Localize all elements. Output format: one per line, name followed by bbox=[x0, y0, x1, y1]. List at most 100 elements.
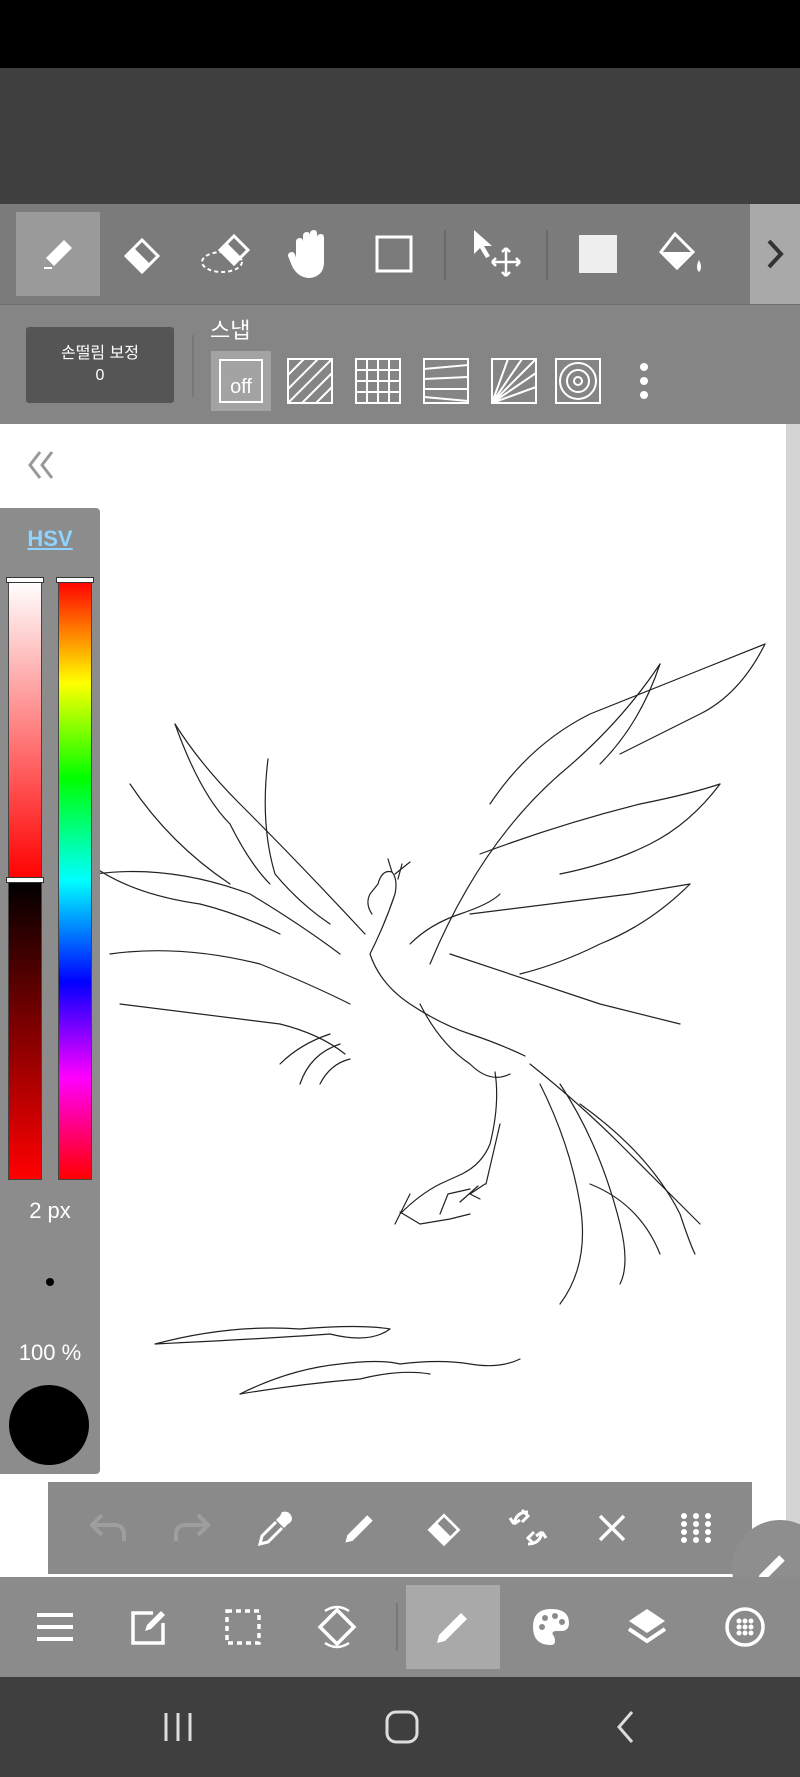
color-mode-link[interactable]: HSV bbox=[0, 526, 100, 552]
snap-label: 스냅 bbox=[210, 318, 251, 343]
top-spacer bbox=[0, 68, 800, 204]
double-chevron-left-icon bbox=[28, 451, 54, 479]
perspective-snap-icon bbox=[423, 358, 469, 404]
recent-apps-icon bbox=[164, 1713, 192, 1741]
value-handle[interactable] bbox=[6, 877, 44, 883]
redo-icon bbox=[174, 1513, 211, 1541]
toolbar-expand-button[interactable] bbox=[750, 204, 800, 304]
quick-pen-button[interactable] bbox=[324, 1492, 396, 1564]
saturation-gradient bbox=[9, 581, 41, 880]
saturation-handle[interactable] bbox=[6, 577, 44, 583]
brush-size-preview bbox=[46, 1278, 54, 1286]
home-button[interactable] bbox=[362, 1701, 442, 1753]
quick-menu-button[interactable] bbox=[660, 1492, 732, 1564]
recent-apps-button[interactable] bbox=[138, 1701, 218, 1753]
move-icon bbox=[474, 230, 521, 277]
rectangle-tool-button[interactable] bbox=[352, 212, 436, 296]
collapse-panel-button[interactable] bbox=[26, 448, 56, 482]
back-icon bbox=[617, 1711, 634, 1743]
brightness-slider[interactable] bbox=[6, 577, 44, 1180]
parallel-snap-icon bbox=[287, 358, 333, 404]
snap-off-label: off bbox=[219, 359, 263, 403]
redo-button[interactable] bbox=[156, 1492, 228, 1564]
brush-button[interactable] bbox=[406, 1585, 500, 1669]
snap-more-button[interactable] bbox=[614, 351, 674, 411]
pen-tool-button[interactable] bbox=[16, 212, 100, 296]
eraser-tool-button[interactable] bbox=[100, 212, 184, 296]
color-panel: HSV 2 px 100 % bbox=[0, 508, 100, 1474]
tool-options-bar: 손떨림 보정 0 스냅 off bbox=[0, 304, 800, 425]
grid-snap-icon bbox=[355, 358, 401, 404]
bucket-tool-button[interactable] bbox=[640, 212, 724, 296]
toolbar-divider bbox=[546, 230, 548, 280]
rotate-view-icon bbox=[317, 1605, 357, 1649]
hue-slider[interactable] bbox=[56, 577, 94, 1180]
quick-eraser-button[interactable] bbox=[408, 1492, 480, 1564]
snap-perspective-button[interactable] bbox=[416, 351, 476, 411]
fill-square-icon bbox=[579, 235, 617, 273]
undo-icon bbox=[89, 1513, 126, 1541]
layers-icon bbox=[627, 1609, 667, 1644]
quick-action-bar bbox=[48, 1482, 752, 1574]
transform-icon bbox=[508, 1508, 548, 1546]
phoenix-drawing bbox=[89, 643, 766, 1395]
brush-icon bbox=[437, 1613, 467, 1643]
lasso-eraser-tool-button[interactable] bbox=[184, 212, 268, 296]
stabilizer-label: 손떨림 보정 bbox=[60, 345, 140, 362]
snap-circle-button[interactable] bbox=[548, 351, 608, 411]
radial-snap-icon bbox=[491, 358, 537, 404]
edit-button[interactable] bbox=[102, 1585, 196, 1669]
chevron-right-icon bbox=[767, 239, 784, 269]
concentric-snap-icon bbox=[555, 358, 601, 404]
stabilizer-button[interactable]: 손떨림 보정 0 bbox=[26, 327, 174, 403]
main-menu-button[interactable] bbox=[8, 1585, 102, 1669]
drawing-canvas[interactable] bbox=[0, 424, 786, 1577]
transform-button[interactable] bbox=[492, 1492, 564, 1564]
rectangle-icon bbox=[375, 235, 413, 273]
current-color-swatch[interactable] bbox=[9, 1385, 89, 1465]
main-toolbar bbox=[0, 204, 800, 304]
lasso-eraser-icon bbox=[201, 233, 251, 273]
selection-button[interactable] bbox=[196, 1585, 290, 1669]
bottom-toolbar bbox=[0, 1577, 800, 1677]
selection-icon bbox=[225, 1609, 261, 1645]
clear-button[interactable] bbox=[576, 1492, 648, 1564]
home-icon bbox=[385, 1710, 419, 1744]
status-bar bbox=[0, 0, 800, 68]
value-gradient bbox=[9, 880, 41, 1179]
fill-color-tool-button[interactable] bbox=[556, 212, 640, 296]
stabilizer-value: 0 bbox=[95, 367, 105, 384]
eyedropper-icon bbox=[257, 1511, 292, 1547]
edit-icon bbox=[131, 1611, 165, 1645]
materials-button[interactable] bbox=[698, 1585, 792, 1669]
palette-button[interactable] bbox=[504, 1585, 598, 1669]
hand-tool-button[interactable] bbox=[268, 212, 352, 296]
snap-parallel-button[interactable] bbox=[280, 351, 340, 411]
grid-menu-icon bbox=[681, 1513, 711, 1543]
system-navigation-bar bbox=[0, 1677, 800, 1777]
canvas-scrollbar[interactable] bbox=[786, 424, 800, 1577]
bottom-divider bbox=[396, 1603, 398, 1651]
snap-radial-button[interactable] bbox=[484, 351, 544, 411]
brush-size-label[interactable]: 2 px bbox=[0, 1198, 100, 1224]
eraser-icon bbox=[123, 237, 161, 275]
palette-icon bbox=[533, 1609, 569, 1645]
move-tool-button[interactable] bbox=[456, 212, 540, 296]
eyedropper-button[interactable] bbox=[240, 1492, 312, 1564]
more-vertical-icon bbox=[640, 363, 648, 399]
undo-button[interactable] bbox=[72, 1492, 144, 1564]
menu-icon bbox=[37, 1613, 73, 1641]
opacity-label[interactable]: 100 % bbox=[0, 1340, 100, 1366]
layers-button[interactable] bbox=[600, 1585, 694, 1669]
pen-icon bbox=[44, 240, 72, 269]
pen-icon bbox=[345, 1515, 373, 1543]
hue-handle[interactable] bbox=[56, 577, 94, 583]
rotate-view-button[interactable] bbox=[290, 1585, 384, 1669]
snap-grid-button[interactable] bbox=[348, 351, 408, 411]
paint-bucket-icon bbox=[659, 231, 701, 272]
eraser-icon bbox=[427, 1513, 461, 1547]
snap-off-button[interactable]: off bbox=[211, 351, 271, 411]
options-divider bbox=[192, 335, 194, 397]
hand-icon bbox=[288, 230, 324, 278]
back-button[interactable] bbox=[586, 1701, 666, 1753]
